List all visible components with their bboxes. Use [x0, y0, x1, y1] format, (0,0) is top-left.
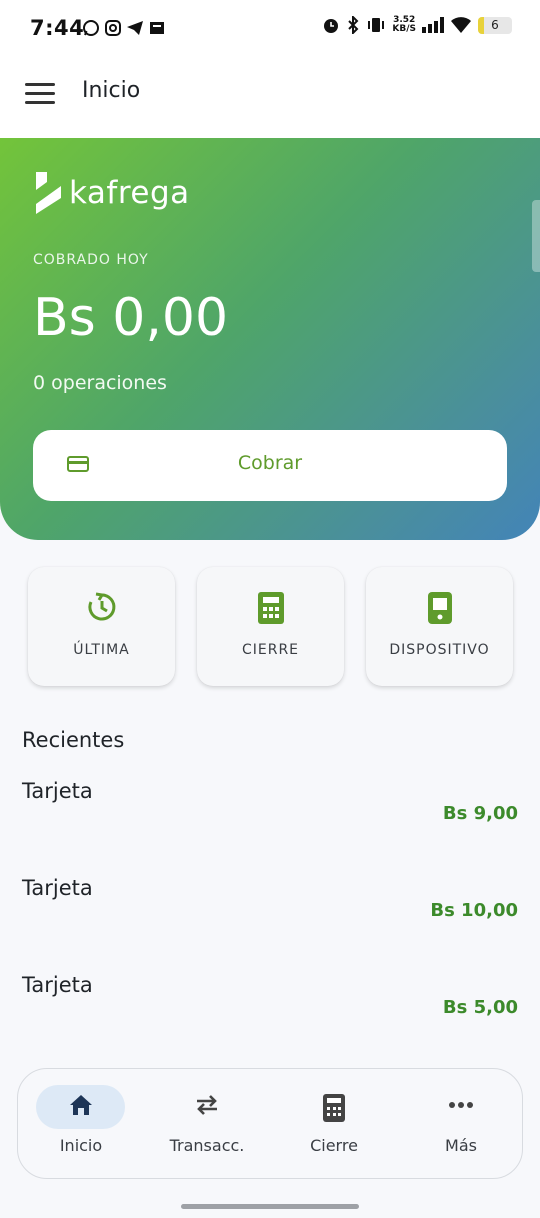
- home-indicator[interactable]: [181, 1204, 359, 1209]
- instagram-icon: [105, 20, 121, 36]
- page-title: Inicio: [82, 78, 141, 103]
- history-clock-icon: [87, 592, 115, 621]
- bottom-navigation: Inicio Transacc. Cierre Más: [17, 1068, 523, 1179]
- quick-action-label: CIERRE: [241, 642, 300, 658]
- status-right: 3.52 KB/S 6: [322, 16, 512, 34]
- signal-icon: [422, 17, 444, 33]
- nav-item-inicio[interactable]: Inicio: [18, 1069, 144, 1180]
- nav-label: Inicio: [59, 1136, 103, 1155]
- notification-icons: [82, 19, 166, 37]
- status-bar: 7:44 3.52 KB/S 6: [0, 0, 540, 58]
- calculator-icon: [257, 592, 284, 624]
- battery-indicator: 6: [478, 16, 512, 34]
- nav-label: Cierre: [310, 1136, 358, 1155]
- cobrar-label: Cobrar: [237, 452, 303, 474]
- home-icon: [70, 1095, 92, 1115]
- screen: 7:44 3.52 KB/S 6 Inicio kafrega COBRADO …: [0, 0, 540, 1218]
- alarm-icon: [324, 19, 339, 33]
- quick-action-label: DISPOSITIVO: [389, 642, 490, 658]
- transaction-amount: Bs 10,00: [430, 900, 518, 921]
- transaction-type: Tarjeta: [22, 779, 93, 803]
- swap-arrows-icon: [197, 1095, 217, 1115]
- cobrar-button[interactable]: Cobrar: [33, 430, 507, 501]
- operations-count: 0 operaciones: [33, 372, 167, 394]
- quick-action-ultima[interactable]: ÚLTIMA: [28, 567, 175, 686]
- wifi-icon: [451, 17, 471, 33]
- transaction-row[interactable]: Tarjeta Bs 5,00: [0, 973, 540, 1063]
- brand-logo: kafrega: [33, 170, 190, 216]
- transaction-amount: Bs 5,00: [442, 997, 518, 1018]
- device-phone-icon: [427, 592, 452, 624]
- more-dots-icon: [449, 1102, 473, 1108]
- card-notification-icon: [150, 22, 164, 34]
- telegram-icon: [127, 21, 143, 35]
- status-time: 7:44: [30, 16, 85, 40]
- quick-action-label: ÚLTIMA: [73, 642, 130, 658]
- transaction-type: Tarjeta: [22, 876, 93, 900]
- collected-today-amount: Bs 0,00: [33, 288, 229, 348]
- transaction-amount: Bs 9,00: [442, 803, 518, 824]
- nav-item-mas[interactable]: Más: [398, 1069, 524, 1180]
- nav-label: Transacc.: [169, 1136, 245, 1155]
- collected-today-label: COBRADO HOY: [33, 252, 149, 268]
- nav-item-cierre[interactable]: Cierre: [271, 1069, 397, 1180]
- app-bar: Inicio: [0, 58, 540, 138]
- transaction-row[interactable]: Tarjeta Bs 10,00: [0, 876, 540, 966]
- brand-name: kafrega: [69, 175, 190, 211]
- scroll-handle[interactable]: [532, 200, 540, 272]
- transaction-row[interactable]: Tarjeta Bs 9,00: [0, 779, 540, 869]
- transaction-type: Tarjeta: [22, 973, 93, 997]
- bluetooth-icon: [348, 16, 359, 34]
- kafrega-logo-icon: [36, 172, 61, 214]
- calculator-icon: [323, 1094, 345, 1122]
- recent-section-title: Recientes: [22, 728, 125, 752]
- nav-item-transacc[interactable]: Transacc.: [144, 1069, 270, 1180]
- whatsapp-icon: [83, 20, 99, 36]
- vibrate-icon: [368, 18, 385, 32]
- quick-action-dispositivo[interactable]: DISPOSITIVO: [366, 567, 513, 686]
- summary-card: kafrega COBRADO HOY Bs 0,00 0 operacione…: [0, 138, 540, 540]
- network-speed: 3.52 KB/S: [392, 15, 416, 34]
- quick-action-cierre[interactable]: CIERRE: [197, 567, 344, 686]
- nav-label: Más: [445, 1136, 477, 1155]
- hamburger-menu-icon[interactable]: [22, 78, 58, 108]
